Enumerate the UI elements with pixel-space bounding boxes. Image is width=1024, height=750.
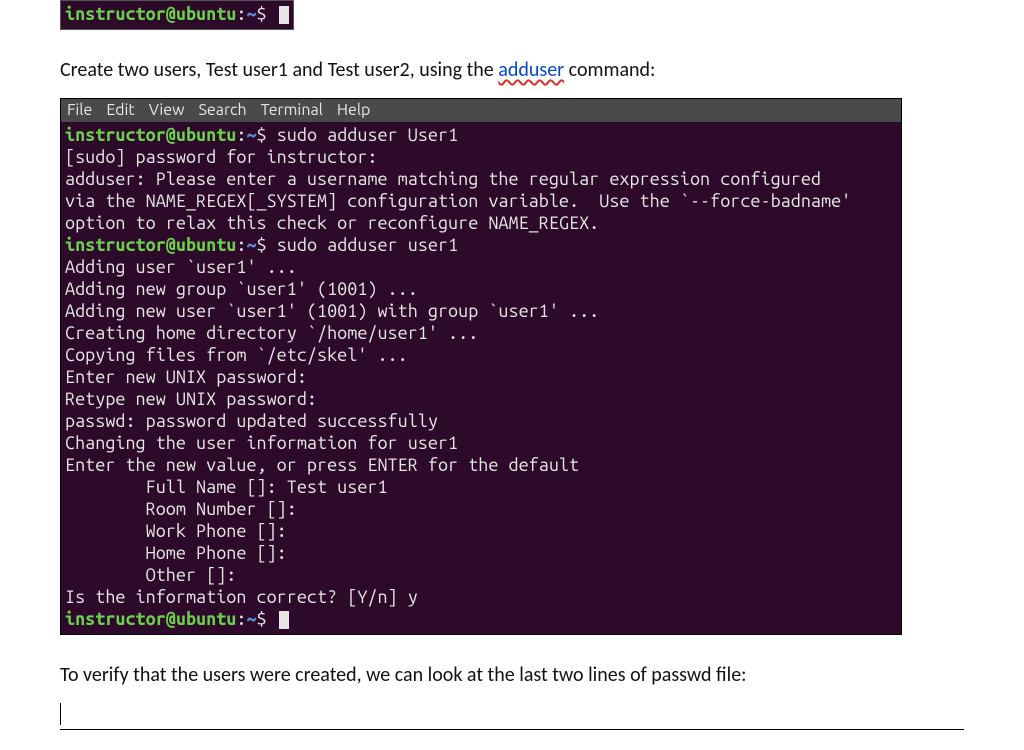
prompt-user: instructor@ubuntu bbox=[65, 235, 236, 255]
menu-file[interactable]: File bbox=[67, 101, 92, 119]
terminal-line: Changing the user information for user1 bbox=[65, 432, 897, 454]
terminal-menubar: File Edit View Search Terminal Help bbox=[61, 99, 901, 122]
terminal-line: option to relax this check or reconfigur… bbox=[65, 212, 897, 234]
instruction-text-1: Create two users, Test user1 and Test us… bbox=[60, 56, 964, 84]
terminal-line: Adding new group `user1' (1001) ... bbox=[65, 278, 897, 300]
terminal-cursor bbox=[279, 611, 289, 629]
terminal-line: Adding new user `user1' (1001) with grou… bbox=[65, 300, 897, 322]
prompt-dollar: $ bbox=[257, 125, 277, 145]
terminal-line: Enter the new value, or press ENTER for … bbox=[65, 454, 897, 476]
prompt-user: instructor@ubuntu bbox=[65, 125, 236, 145]
prompt-sep: : bbox=[236, 4, 246, 24]
terminal-line: via the NAME_REGEX[_SYSTEM] configuratio… bbox=[65, 190, 897, 212]
terminal-line: Enter new UNIX password: bbox=[65, 366, 897, 388]
prompt-path: ~ bbox=[246, 235, 256, 255]
prompt-line: instructor@ubuntu:~$ bbox=[65, 3, 289, 25]
terminal-line: adduser: Please enter a username matchin… bbox=[65, 168, 897, 190]
terminal-line: Full Name []: Test user1 bbox=[65, 476, 897, 498]
typed-command: sudo adduser user1 bbox=[277, 235, 458, 255]
terminal-snippet-small: instructor@ubuntu:~$ bbox=[60, 0, 294, 30]
terminal-line: Adding user `user1' ... bbox=[65, 256, 897, 278]
terminal-line: Home Phone []: bbox=[65, 542, 897, 564]
terminal-line: Room Number []: bbox=[65, 498, 897, 520]
menu-search[interactable]: Search bbox=[199, 101, 247, 119]
terminal-cursor bbox=[279, 6, 289, 24]
prompt-sep: : bbox=[236, 235, 246, 255]
terminal-line: Is the information correct? [Y/n] y bbox=[65, 586, 897, 608]
terminal-line: instructor@ubuntu:~$ sudo adduser User1 bbox=[65, 124, 897, 146]
terminal-line: passwd: password updated successfully bbox=[65, 410, 897, 432]
terminal-line: Creating home directory `/home/user1' ..… bbox=[65, 322, 897, 344]
terminal-line: instructor@ubuntu:~$ sudo adduser user1 bbox=[65, 234, 897, 256]
prompt-dollar: $ bbox=[257, 4, 277, 24]
instruction-text-2: To verify that the users were created, w… bbox=[60, 661, 964, 689]
prompt-path: ~ bbox=[246, 609, 256, 629]
menu-help[interactable]: Help bbox=[337, 101, 371, 119]
prompt-user: instructor@ubuntu bbox=[65, 4, 236, 24]
terminal-line: Other []: bbox=[65, 564, 897, 586]
menu-edit[interactable]: Edit bbox=[106, 101, 134, 119]
text-fragment: command: bbox=[564, 58, 655, 82]
document-page: instructor@ubuntu:~$ Create two users, T… bbox=[0, 0, 1024, 750]
prompt-sep: : bbox=[236, 609, 246, 629]
terminal-body[interactable]: instructor@ubuntu:~$ sudo adduser User1[… bbox=[61, 122, 901, 634]
text-insertion-cursor bbox=[60, 703, 964, 725]
terminal-line: [sudo] password for instructor: bbox=[65, 146, 897, 168]
prompt-path: ~ bbox=[246, 4, 256, 24]
menu-terminal[interactable]: Terminal bbox=[261, 101, 323, 119]
prompt-path: ~ bbox=[246, 125, 256, 145]
terminal-line: Work Phone []: bbox=[65, 520, 897, 542]
command-word-adduser: adduser bbox=[498, 58, 564, 82]
horizontal-rule bbox=[60, 729, 964, 730]
typed-command: sudo adduser User1 bbox=[277, 125, 458, 145]
prompt-dollar: $ bbox=[257, 235, 277, 255]
terminal-line: instructor@ubuntu:~$ bbox=[65, 608, 897, 630]
terminal-line: Copying files from `/etc/skel' ... bbox=[65, 344, 897, 366]
terminal-window: File Edit View Search Terminal Help inst… bbox=[60, 98, 902, 635]
prompt-sep: : bbox=[236, 125, 246, 145]
prompt-user: instructor@ubuntu bbox=[65, 609, 236, 629]
menu-view[interactable]: View bbox=[149, 101, 185, 119]
prompt-dollar: $ bbox=[257, 609, 277, 629]
terminal-line: Retype new UNIX password: bbox=[65, 388, 897, 410]
text-fragment: Create two users, Test user1 and Test us… bbox=[60, 58, 498, 82]
